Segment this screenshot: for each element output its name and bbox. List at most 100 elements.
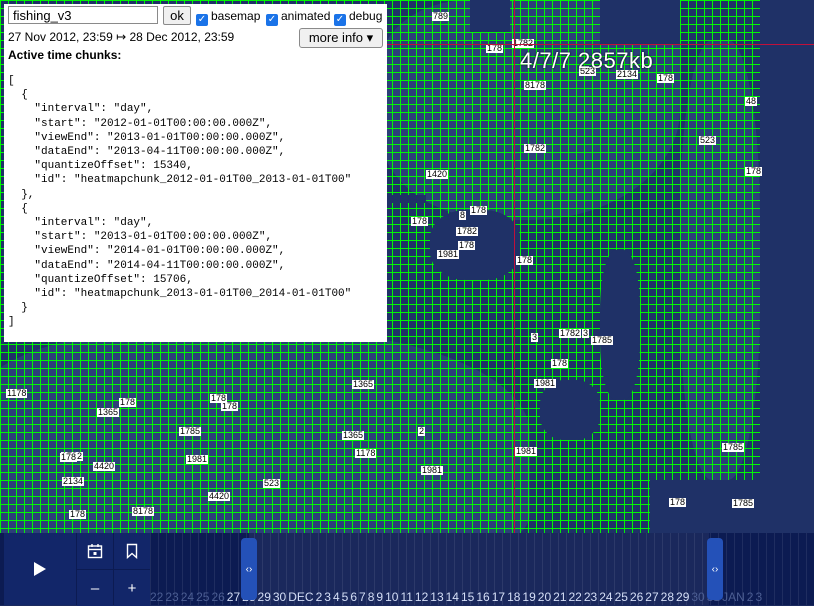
tile-debug-label: 178	[458, 240, 476, 250]
tile-debug-label: 2	[418, 426, 426, 436]
timeline-day-label: 29	[676, 590, 690, 604]
timeline-day-label: 9	[376, 590, 384, 604]
tile-debug-label: 178	[745, 166, 763, 176]
drag-handle-icon: ‹›	[711, 563, 719, 575]
timeline-day-label: 2	[746, 590, 754, 604]
tile-debug-label: 1785	[591, 335, 614, 345]
timeline-day-label: 23	[165, 590, 179, 604]
timeline-day-label: 22	[568, 590, 582, 604]
tile-debug-label: 3	[531, 332, 539, 342]
bookmark-icon	[126, 543, 138, 559]
tile-debug-label: 178	[221, 401, 239, 411]
timebar: – + 222324252627282930DEC234567891011121…	[0, 533, 814, 606]
tile-debug-label: 1782	[456, 226, 479, 236]
timeline-day-label: 20	[537, 590, 552, 604]
tile-debug-label: 1178	[355, 448, 377, 458]
tile-debug-label: 1981	[186, 454, 209, 464]
timeline-day-label: 18	[507, 590, 521, 604]
chunks-title: Active time chunks:	[8, 48, 122, 62]
tile-debug-label: 4420	[93, 461, 116, 471]
tile-debug-label: 1782	[559, 328, 582, 338]
tile-debug-label: 178	[551, 358, 569, 368]
tile-debug-label: 1981	[421, 465, 444, 475]
tile-debug-label: 8178	[524, 80, 547, 90]
checkbox-checked-icon: ✓	[334, 14, 346, 26]
timeline-day-label: 2	[315, 590, 323, 604]
tile-debug-label: 8	[459, 210, 467, 220]
basemap-checkbox[interactable]: ✓ basemap	[196, 8, 261, 26]
tile-debug-label: 1785	[179, 426, 202, 436]
debug-panel: ok ✓basemap ✓animated ✓debug 27 Nov 2012…	[4, 4, 387, 342]
tile-debug-label: 523	[699, 135, 717, 145]
timeline-day-label: 25	[614, 590, 628, 604]
tile-debug-label: 1981	[515, 446, 538, 456]
timeline-day-label: 10	[385, 590, 399, 604]
timeline-day-label: 24	[599, 590, 613, 604]
tile-debug-label: 178	[516, 255, 534, 265]
animated-checkbox[interactable]: ✓ animated	[266, 8, 330, 26]
tile-debug-label: 3	[582, 328, 590, 338]
zoom-out-button[interactable]: –	[77, 570, 113, 606]
tile-debug-label: 178	[669, 497, 687, 507]
tile-debug-label: 4420	[208, 491, 231, 501]
timeline-day-label: 19	[522, 590, 536, 604]
play-icon	[34, 562, 46, 576]
tile-debug-label: 1420	[426, 169, 449, 179]
tile-debug-label: 178	[119, 397, 137, 407]
tile-debug-label: 1365	[342, 430, 365, 440]
checkbox-label: debug	[349, 9, 383, 23]
timeline-day-label: 12	[414, 590, 429, 604]
timeline-day-label: 23	[583, 590, 598, 604]
timeline-day-label: 25	[196, 590, 210, 604]
timeline-day-label: 24	[180, 590, 195, 604]
minus-icon: –	[90, 579, 100, 597]
extent-end-handle[interactable]: ‹›	[707, 538, 723, 600]
checkbox-label: basemap	[211, 9, 261, 23]
play-button[interactable]	[4, 533, 76, 605]
tile-debug-label: 48	[745, 96, 758, 106]
tile-debug-label: 178	[657, 73, 675, 83]
layer-name-input[interactable]	[8, 6, 158, 24]
timeline-day-label: 13	[430, 590, 444, 604]
more-info-button[interactable]: more info ▾	[299, 28, 383, 48]
tile-debug-label: 178	[411, 216, 429, 226]
timeline-day-label: 29	[257, 590, 271, 604]
tile-debug-label: 523	[263, 478, 281, 488]
extent-start-handle[interactable]: ‹›	[241, 538, 257, 600]
timeline-day-label: 27	[226, 590, 241, 604]
timeline-day-label: 7	[359, 590, 366, 604]
tile-debug-label: 1981	[534, 378, 557, 388]
tile-debug-label: 178	[486, 43, 504, 53]
plus-icon: +	[127, 579, 137, 597]
calendar-button[interactable]	[77, 533, 113, 569]
zoom-in-button[interactable]: +	[114, 570, 150, 606]
timeline-day-label: DEC	[288, 590, 314, 604]
timeline-day-label: 22	[150, 590, 164, 604]
timeline-day-label: 30	[272, 590, 287, 604]
timeline-day-label: 15	[460, 590, 475, 604]
timeline-day-label: 27	[645, 590, 659, 604]
time-range-text: 27 Nov 2012, 23:59 ↦ 28 Dec 2012, 23:59	[8, 30, 235, 44]
tile-debug-label: 1178	[6, 388, 28, 398]
timeline-day-label: 26	[629, 590, 644, 604]
timeline-day-label: 14	[445, 590, 459, 604]
timeline-day-label: 8	[367, 590, 375, 604]
ok-button[interactable]: ok	[163, 6, 191, 25]
timeline-day-label: 21	[553, 590, 567, 604]
tile-size-label: 4/7/7 2857kb	[520, 48, 654, 73]
checkbox-checked-icon: ✓	[196, 14, 208, 26]
timeline-day-label: 28	[660, 590, 675, 604]
tile-debug-label: 1365	[352, 379, 375, 389]
bookmark-button[interactable]	[114, 533, 150, 569]
tile-debug-label: 2134	[62, 476, 85, 486]
checkbox-checked-icon: ✓	[266, 14, 278, 26]
tile-debug-label: 178	[210, 393, 228, 403]
timeline-day-label: 11	[400, 590, 413, 604]
timeline-day-label: 6	[350, 590, 358, 604]
timeline-day-label: 3	[755, 590, 763, 604]
drag-handle-icon: ‹›	[245, 563, 253, 575]
tile-debug-label: 789	[432, 11, 450, 21]
calendar-icon	[87, 544, 103, 559]
debug-checkbox[interactable]: ✓ debug	[334, 8, 383, 26]
timeline-day-label: 3	[324, 590, 331, 604]
